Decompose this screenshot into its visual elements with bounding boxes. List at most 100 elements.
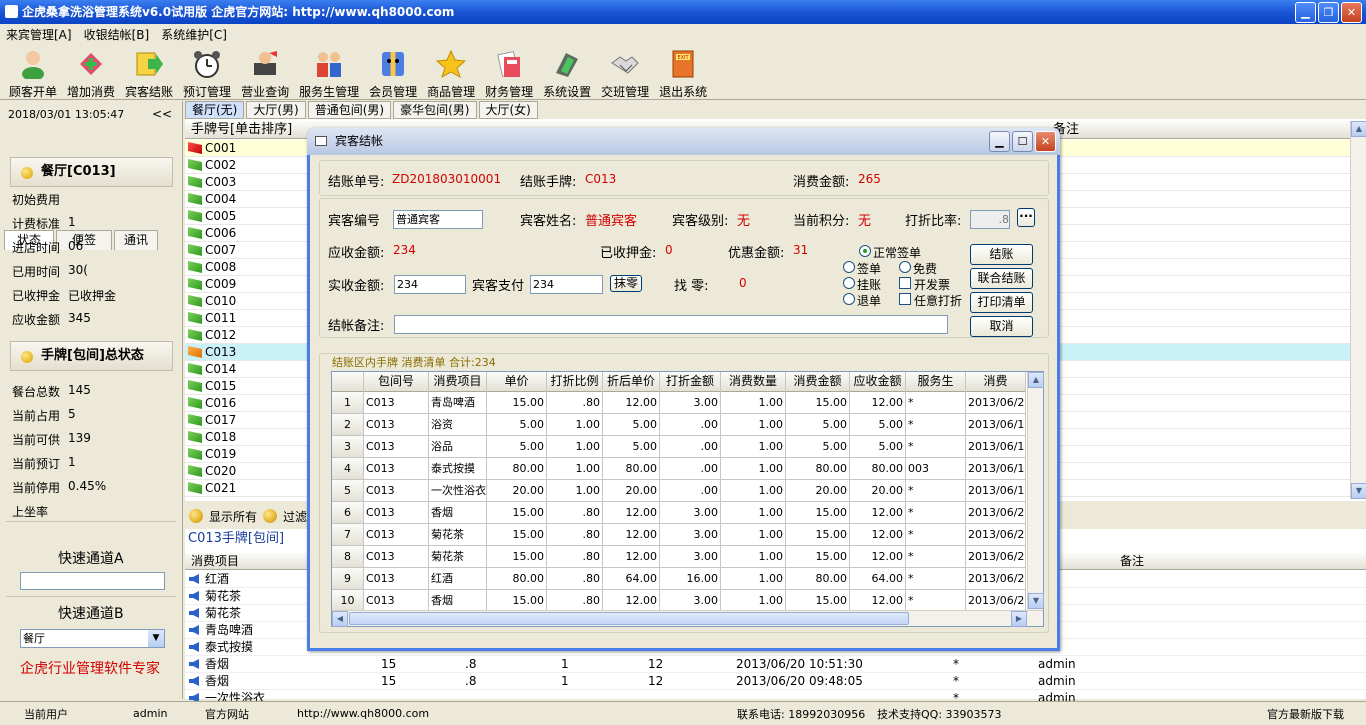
column-header[interactable]: 折后单价 <box>603 372 660 392</box>
list-cell[interactable]: 64.00 <box>850 568 906 590</box>
column-header-note[interactable]: 备注 <box>1120 553 1144 569</box>
list-cell[interactable]: 1.00 <box>721 414 786 436</box>
list-cell[interactable]: 1.00 <box>547 414 603 436</box>
list-cell[interactable]: 20.00 <box>850 480 906 502</box>
list-cell[interactable]: 红酒 <box>429 568 487 590</box>
scroll-down-icon[interactable]: ▼ <box>1028 593 1044 609</box>
show-all-button[interactable]: 显示所有 <box>209 508 257 525</box>
menu-guest[interactable]: 来宾管理[A] <box>6 26 72 43</box>
list-cell[interactable]: 一次性浴衣 <box>429 480 487 502</box>
toolbar-finance-button[interactable]: 财务管理 <box>480 44 538 100</box>
list-cell[interactable]: 1.00 <box>721 590 786 612</box>
column-header[interactable]: 包间号 <box>364 372 429 392</box>
list-cell[interactable]: .00 <box>660 414 721 436</box>
toolbar-settings-button[interactable]: 系统设置 <box>538 44 596 100</box>
list-cell[interactable]: 15.00 <box>786 502 850 524</box>
list-cell[interactable]: 1.00 <box>721 458 786 480</box>
toolbar-checkout-button[interactable]: 宾客结账 <box>120 44 178 100</box>
joint-checkout-button[interactable]: 联合结账 <box>970 268 1033 289</box>
close-button[interactable]: ✕ <box>1341 2 1362 23</box>
dialog-close-button[interactable]: ✕ <box>1035 131 1056 152</box>
column-header[interactable]: 单价 <box>487 372 547 392</box>
list-cell[interactable]: 12.00 <box>850 590 906 612</box>
checkbox-invoice[interactable]: 开发票 <box>899 276 950 293</box>
list-cell[interactable]: 菊花茶 <box>429 524 487 546</box>
list-cell[interactable]: 2013/06/2 <box>966 392 1026 414</box>
note-input[interactable] <box>394 315 948 334</box>
list-cell[interactable]: 5.00 <box>850 414 906 436</box>
column-header[interactable]: 应收金额 <box>850 372 906 392</box>
list-cell[interactable]: 1.00 <box>721 480 786 502</box>
tab-area-hall-female[interactable]: 大厅(女) <box>478 101 538 119</box>
toolbar-open-bill-button[interactable]: 顾客开单 <box>4 44 62 100</box>
toolbar-query-button[interactable]: 营业查询 <box>236 44 294 100</box>
row-number[interactable]: 2 <box>332 414 364 436</box>
scroll-down-icon[interactable]: ▼ <box>1351 483 1366 499</box>
list-cell[interactable]: 1.00 <box>547 458 603 480</box>
hscroll-thumb[interactable] <box>349 612 909 625</box>
scroll-up-icon[interactable]: ▲ <box>1028 372 1044 388</box>
list-cell[interactable]: 1.00 <box>547 436 603 458</box>
status-site-link[interactable]: http://www.qh8000.com <box>287 707 727 720</box>
list-cell[interactable]: 2013/06/2 <box>966 590 1026 612</box>
list-cell[interactable]: 1.00 <box>721 568 786 590</box>
column-header[interactable]: 消费 <box>966 372 1026 392</box>
list-cell[interactable]: 80.00 <box>603 458 660 480</box>
list-cell[interactable]: 3.00 <box>660 392 721 414</box>
list-cell[interactable]: .80 <box>547 392 603 414</box>
checkbox-free-discount[interactable]: 任意打折 <box>899 292 962 309</box>
scroll-left-icon[interactable]: ◀ <box>332 611 348 627</box>
list-cell[interactable]: 1.00 <box>721 392 786 414</box>
column-header[interactable]: 消费项目 <box>429 372 487 392</box>
list-cell[interactable]: * <box>906 436 966 458</box>
list-cell[interactable]: 15.00 <box>786 590 850 612</box>
row-number[interactable]: 8 <box>332 546 364 568</box>
restore-button[interactable]: ❐ <box>1318 2 1339 23</box>
list-cell[interactable]: 12.00 <box>603 590 660 612</box>
row-number[interactable]: 9 <box>332 568 364 590</box>
radio-refund[interactable]: 退单 <box>843 292 881 309</box>
list-cell[interactable]: 香烟 <box>429 590 487 612</box>
list-cell[interactable]: C013 <box>364 546 429 568</box>
quick-channel-b-select[interactable]: 餐厅 ▼ <box>20 629 165 648</box>
row-number[interactable]: 7 <box>332 524 364 546</box>
list-cell[interactable]: 3.00 <box>660 590 721 612</box>
column-header-tag[interactable]: 手牌号[单击排序] <box>191 122 292 137</box>
list-cell[interactable]: 5.00 <box>786 436 850 458</box>
list-cell[interactable]: .00 <box>660 436 721 458</box>
grid-scrollbar[interactable]: ▲ ▼ <box>1350 121 1366 499</box>
list-cell[interactable]: 2013/06/1 <box>966 414 1026 436</box>
list-cell[interactable]: 2013/06/2 <box>966 546 1026 568</box>
list-cell[interactable]: * <box>906 414 966 436</box>
toolbar-reserve-button[interactable]: 预订管理 <box>178 44 236 100</box>
toolbar-goods-button[interactable]: 商品管理 <box>422 44 480 100</box>
guest-pay-input[interactable]: 234 <box>530 275 603 294</box>
row-number[interactable]: 5 <box>332 480 364 502</box>
list-cell[interactable]: 15.00 <box>487 590 547 612</box>
discount-input[interactable]: .8 <box>970 210 1010 229</box>
column-header[interactable]: 服务生 <box>906 372 966 392</box>
list-cell[interactable]: .80 <box>547 568 603 590</box>
list-cell[interactable]: C013 <box>364 436 429 458</box>
list-cell[interactable]: C013 <box>364 414 429 436</box>
radio-normal[interactable]: 正常签单 <box>859 244 921 261</box>
toolbar-shift-button[interactable]: 交班管理 <box>596 44 654 100</box>
collapse-panel-button[interactable]: << <box>152 107 172 121</box>
list-cell[interactable]: .80 <box>547 546 603 568</box>
list-cell[interactable]: C013 <box>364 480 429 502</box>
list-cell[interactable]: 12.00 <box>850 502 906 524</box>
list-cell[interactable]: 2013/06/2 <box>966 568 1026 590</box>
list-cell[interactable]: 1.00 <box>721 436 786 458</box>
list-cell[interactable]: 12.00 <box>603 546 660 568</box>
latest-download-link[interactable]: 官方最新版下载 <box>1257 706 1354 722</box>
list-cell[interactable]: 5.00 <box>786 414 850 436</box>
detail-row[interactable]: 香烟 15 .8 1 12 2013/06/20 10:51:30 * admin <box>185 656 1366 673</box>
checkout-button[interactable]: 结账 <box>970 244 1033 265</box>
column-header[interactable]: 打折金额 <box>660 372 721 392</box>
list-cell[interactable]: * <box>906 546 966 568</box>
list-cell[interactable]: 15.00 <box>487 546 547 568</box>
list-cell[interactable]: * <box>906 480 966 502</box>
list-cell[interactable]: 12.00 <box>603 392 660 414</box>
list-cell[interactable]: 20.00 <box>487 480 547 502</box>
list-cell[interactable]: 16.00 <box>660 568 721 590</box>
